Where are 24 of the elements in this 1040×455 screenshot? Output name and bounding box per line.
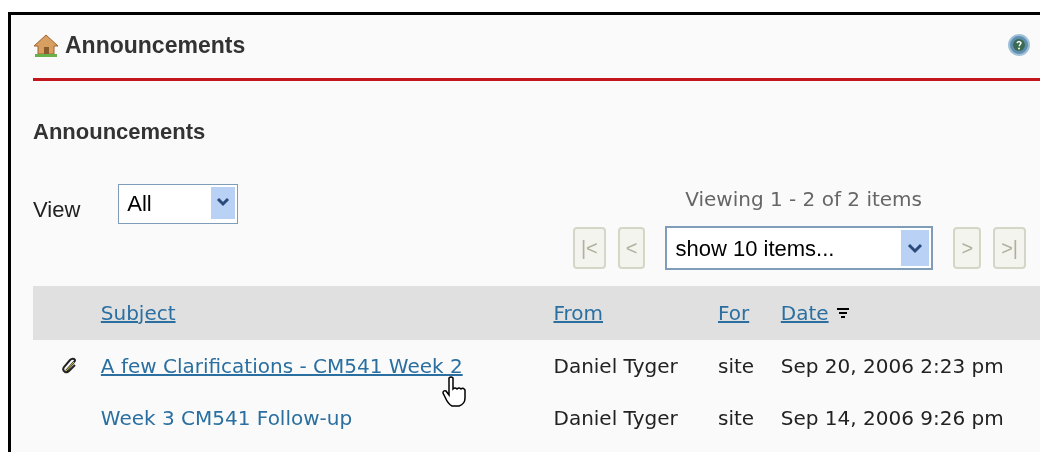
column-header-link[interactable]: From (553, 298, 603, 328)
pagination-summary: Viewing 1 - 2 of 2 items (685, 186, 922, 213)
table-cell: Daniel Tyger (553, 354, 678, 378)
page-size-dropdown[interactable]: show 10 items... (665, 226, 934, 270)
column-header-link[interactable]: For (717, 298, 750, 328)
table-cell: site (718, 354, 755, 378)
table-cell: Sep 14, 2006 9:26 pm (780, 406, 1004, 430)
announcement-link[interactable]: A few Clarifications - CM541 Week 2 (100, 354, 463, 378)
section-title: Announcements (33, 118, 207, 146)
caret-icon (901, 230, 930, 266)
view-dropdown[interactable]: All (118, 184, 239, 224)
table-cell: Sep 20, 2006 2:23 pm (780, 354, 1004, 378)
column-header-link[interactable]: Date (780, 298, 829, 328)
column-header-link[interactable]: Subject (100, 298, 176, 328)
view-label: View (33, 195, 81, 224)
table-cell: Daniel Tyger (553, 406, 678, 430)
hand-cursor-icon (441, 376, 467, 408)
house-icon (33, 33, 59, 57)
announcement-link[interactable]: Week 3 CM541 Follow-up (100, 406, 353, 430)
sort-icon[interactable] (836, 308, 849, 318)
caret-icon (211, 187, 236, 219)
page-title: Announcements (65, 30, 246, 60)
table-cell: site (718, 406, 755, 430)
help-icon[interactable] (1008, 34, 1030, 56)
